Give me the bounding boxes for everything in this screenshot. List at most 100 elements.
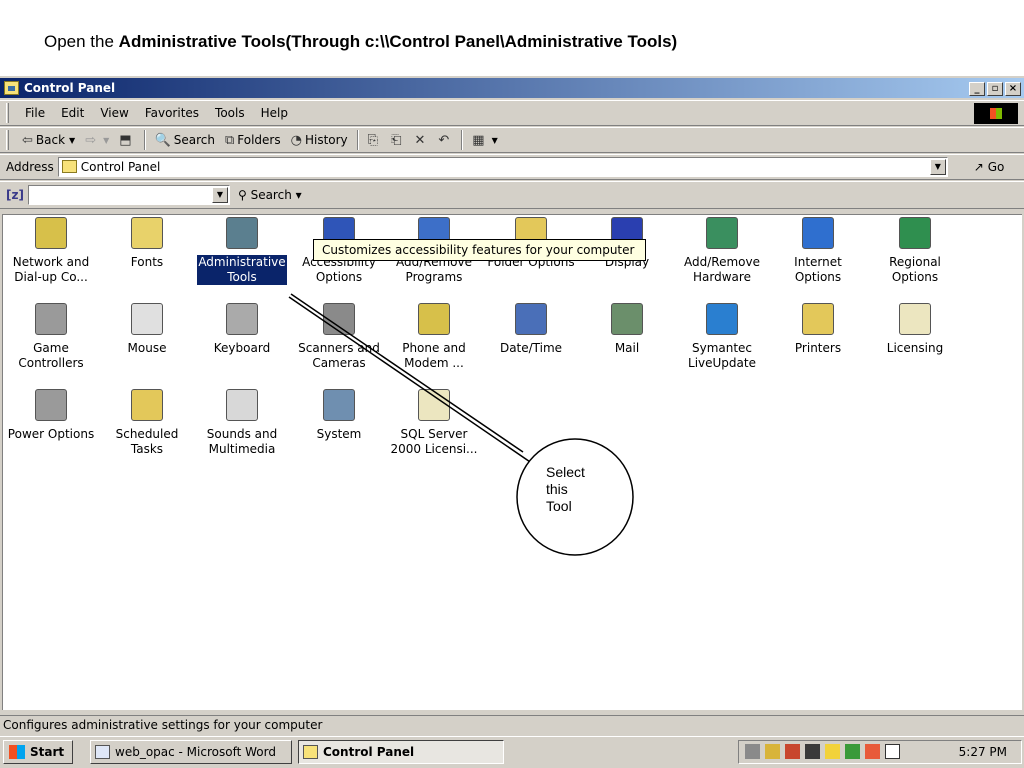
instruction-path: Administrative Tools(Through c:\\Control… <box>118 32 678 51</box>
undo-icon: ↶ <box>438 132 450 148</box>
mail-tray-icon[interactable] <box>885 744 900 759</box>
item-label: Phone and Modem ... <box>402 341 466 370</box>
chevron-down-icon: ▼ <box>103 135 110 145</box>
menu-bar: File Edit View Favorites Tools Help <box>0 100 1024 126</box>
menu-view[interactable]: View <box>92 106 136 120</box>
item-label: Network and Dial-up Co... <box>12 255 90 284</box>
forward-button[interactable]: ⇨ ▼ <box>80 133 114 148</box>
media-tray-icon[interactable] <box>845 744 860 759</box>
search-icon: 🔍 <box>154 132 171 148</box>
toolbar-grip[interactable] <box>6 103 9 123</box>
control-panel-item[interactable]: Internet Options <box>770 217 866 285</box>
control-panel-item[interactable]: Administrative Tools <box>194 217 290 285</box>
date-time-icon <box>515 303 547 335</box>
monitor-tray-icon[interactable] <box>805 744 820 759</box>
back-button[interactable]: ⇦ Back ▼ <box>17 133 80 148</box>
search-dropdown-button[interactable]: ▼ <box>211 187 228 203</box>
move-to-icon: ⎘ <box>367 132 379 148</box>
item-label: Mail <box>614 341 640 355</box>
keyboard-icon <box>226 303 258 335</box>
network-icon <box>35 217 67 249</box>
menu-file[interactable]: File <box>17 106 53 120</box>
callout-text: Select this Tool <box>546 464 585 514</box>
z-search-icon: [z] <box>6 188 24 202</box>
control-panel-item[interactable]: Phone and Modem ... <box>386 303 482 371</box>
control-panel-item[interactable]: Scheduled Tasks <box>99 389 195 457</box>
taskbar: Start web_opac - Microsoft Word Control … <box>0 736 1024 768</box>
minimize-button[interactable]: _ <box>969 82 985 96</box>
instruction-prefix: Open the <box>44 32 119 51</box>
control-panel-item[interactable]: Mail <box>579 303 675 356</box>
back-arrow-icon: ⇦ <box>22 132 33 148</box>
history-button[interactable]: ◔ History <box>286 133 353 148</box>
item-label: Mouse <box>127 341 167 355</box>
close-button[interactable]: × <box>1005 82 1021 96</box>
up-folder-icon: ⬒ <box>119 132 132 148</box>
window-controls: _ ▫ × <box>969 82 1021 96</box>
item-label: Symantec LiveUpdate <box>688 341 756 370</box>
control-panel-item[interactable]: Add/Remove Hardware <box>674 217 770 285</box>
item-label: Add/Remove Hardware <box>684 255 760 284</box>
forward-arrow-icon: ⇨ <box>85 132 97 148</box>
views-button[interactable]: ▦ ▼ <box>467 133 502 148</box>
copy-to-icon: ⎗ <box>391 132 402 148</box>
maximize-button[interactable]: ▫ <box>987 82 1003 96</box>
control-panel-item[interactable]: Mouse <box>99 303 195 356</box>
control-panel-item[interactable]: SQL Server 2000 Licensi... <box>386 389 482 457</box>
licensing-icon <box>899 303 931 335</box>
delete-button[interactable]: ✕ <box>409 133 433 148</box>
folders-button[interactable]: ⧉ Folders <box>220 133 286 148</box>
menu-favorites[interactable]: Favorites <box>137 106 207 120</box>
address-input[interactable]: Control Panel ▼ <box>57 157 948 177</box>
go-button[interactable]: ↗ Go <box>974 160 1005 174</box>
copy-to-button[interactable]: ⎗ <box>386 133 409 148</box>
word-icon <box>95 745 110 759</box>
chevron-down-icon: ▼ <box>69 135 76 145</box>
control-panel-item[interactable]: Regional Options <box>867 217 963 285</box>
control-panel-item[interactable]: Game Controllers <box>3 303 99 371</box>
undo-button[interactable]: ↶ <box>433 133 457 148</box>
control-panel-item[interactable]: Network and Dial-up Co... <box>3 217 99 285</box>
control-panel-item[interactable]: Power Options <box>3 389 99 442</box>
control-panel-item[interactable]: Symantec LiveUpdate <box>674 303 770 371</box>
control-panel-item[interactable]: Printers <box>770 303 866 356</box>
start-button[interactable]: Start <box>3 740 73 764</box>
search-button[interactable]: 🔍 Search <box>150 133 220 148</box>
search-menu-button[interactable]: ⚲ Search ▾ <box>238 188 302 202</box>
tooltip: Customizes accessibility features for yo… <box>313 239 646 261</box>
fonts-icon <box>131 217 163 249</box>
control-panel-item[interactable]: Fonts <box>99 217 195 270</box>
clock: 5:27 PM <box>958 745 1007 759</box>
menu-help[interactable]: Help <box>253 106 296 120</box>
item-label: Regional Options <box>889 255 941 284</box>
windows-logo-icon <box>974 103 1018 124</box>
messenger-tray-icon[interactable] <box>865 744 880 759</box>
control-panel-item[interactable]: System <box>291 389 387 442</box>
title-bar[interactable]: Control Panel _ ▫ × <box>0 78 1024 98</box>
up-folder-button[interactable]: ⬒ <box>114 133 139 148</box>
search-input[interactable]: ▼ <box>27 185 230 205</box>
menu-edit[interactable]: Edit <box>53 106 92 120</box>
history-icon: ◔ <box>290 132 302 148</box>
task-word[interactable]: web_opac - Microsoft Word <box>90 740 292 764</box>
control-panel-item[interactable]: Date/Time <box>483 303 579 356</box>
toolbar-grip[interactable] <box>6 130 9 150</box>
standard-toolbar: ⇦ Back ▼ ⇨ ▼ ⬒ 🔍 Search ⧉ Folders ◔ Hist… <box>0 127 1024 153</box>
control-panel-item[interactable]: Licensing <box>867 303 963 356</box>
network-tray-icon[interactable] <box>745 744 760 759</box>
control-panel-item[interactable]: Keyboard <box>194 303 290 356</box>
address-dropdown-button[interactable]: ▼ <box>929 159 946 175</box>
task-control-panel[interactable]: Control Panel <box>298 740 504 764</box>
menu-tools[interactable]: Tools <box>207 106 253 120</box>
control-panel-item[interactable]: Sounds and Multimedia <box>194 389 290 457</box>
control-panel-item[interactable]: Scanners and Cameras <box>291 303 387 371</box>
shield-tray-icon[interactable] <box>785 744 800 759</box>
item-label: Printers <box>794 341 842 355</box>
sun-tray-icon[interactable] <box>825 744 840 759</box>
window-title: Control Panel <box>24 81 116 95</box>
item-label: Game Controllers <box>18 341 84 370</box>
move-to-button[interactable]: ⎘ <box>363 133 386 148</box>
scheduled-tasks-icon <box>131 389 163 421</box>
pen-tray-icon[interactable] <box>765 744 780 759</box>
control-panel-icon <box>303 745 318 759</box>
